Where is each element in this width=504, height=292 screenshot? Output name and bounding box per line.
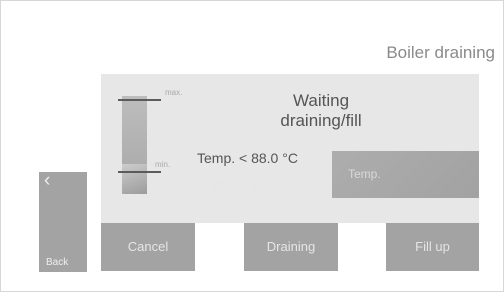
temp-button-label: Temp. — [348, 167, 381, 181]
chevron-left-icon: ‹ — [44, 170, 51, 191]
cancel-button-label: Cancel — [127, 239, 169, 254]
draining-button[interactable]: Draining — [244, 223, 338, 271]
temperature-condition: Temp. < 88.0 °C — [197, 150, 298, 166]
fill-up-button[interactable]: Fill up — [386, 223, 479, 271]
back-button-label: Back — [46, 257, 69, 268]
temp-button[interactable]: Temp. — [332, 151, 479, 198]
gauge-max-label: max. — [165, 88, 183, 97]
timer-readout: 00:00 sec — [213, 178, 277, 194]
status-line-2: draining/fill — [280, 111, 362, 130]
status-line-1: Waiting — [292, 91, 350, 110]
status-message: Waiting draining/fill — [261, 91, 381, 131]
gauge-max-marker — [118, 99, 161, 101]
screen-frame: Boiler draining max. min. Waiting draini… — [0, 0, 504, 292]
gauge-fill-low — [122, 164, 147, 194]
gauge-min-marker — [118, 171, 161, 173]
status-panel: max. min. Waiting draining/fill Temp. < … — [101, 74, 479, 223]
draining-button-label: Draining — [266, 239, 316, 254]
screen-title: Boiler draining — [386, 43, 495, 62]
boiler-level-gauge — [122, 96, 147, 194]
gauge-min-label: min. — [155, 160, 171, 169]
cancel-button[interactable]: Cancel — [101, 223, 195, 271]
back-button[interactable]: ‹ Back — [39, 170, 87, 272]
fill-up-button-label: Fill up — [415, 239, 450, 254]
